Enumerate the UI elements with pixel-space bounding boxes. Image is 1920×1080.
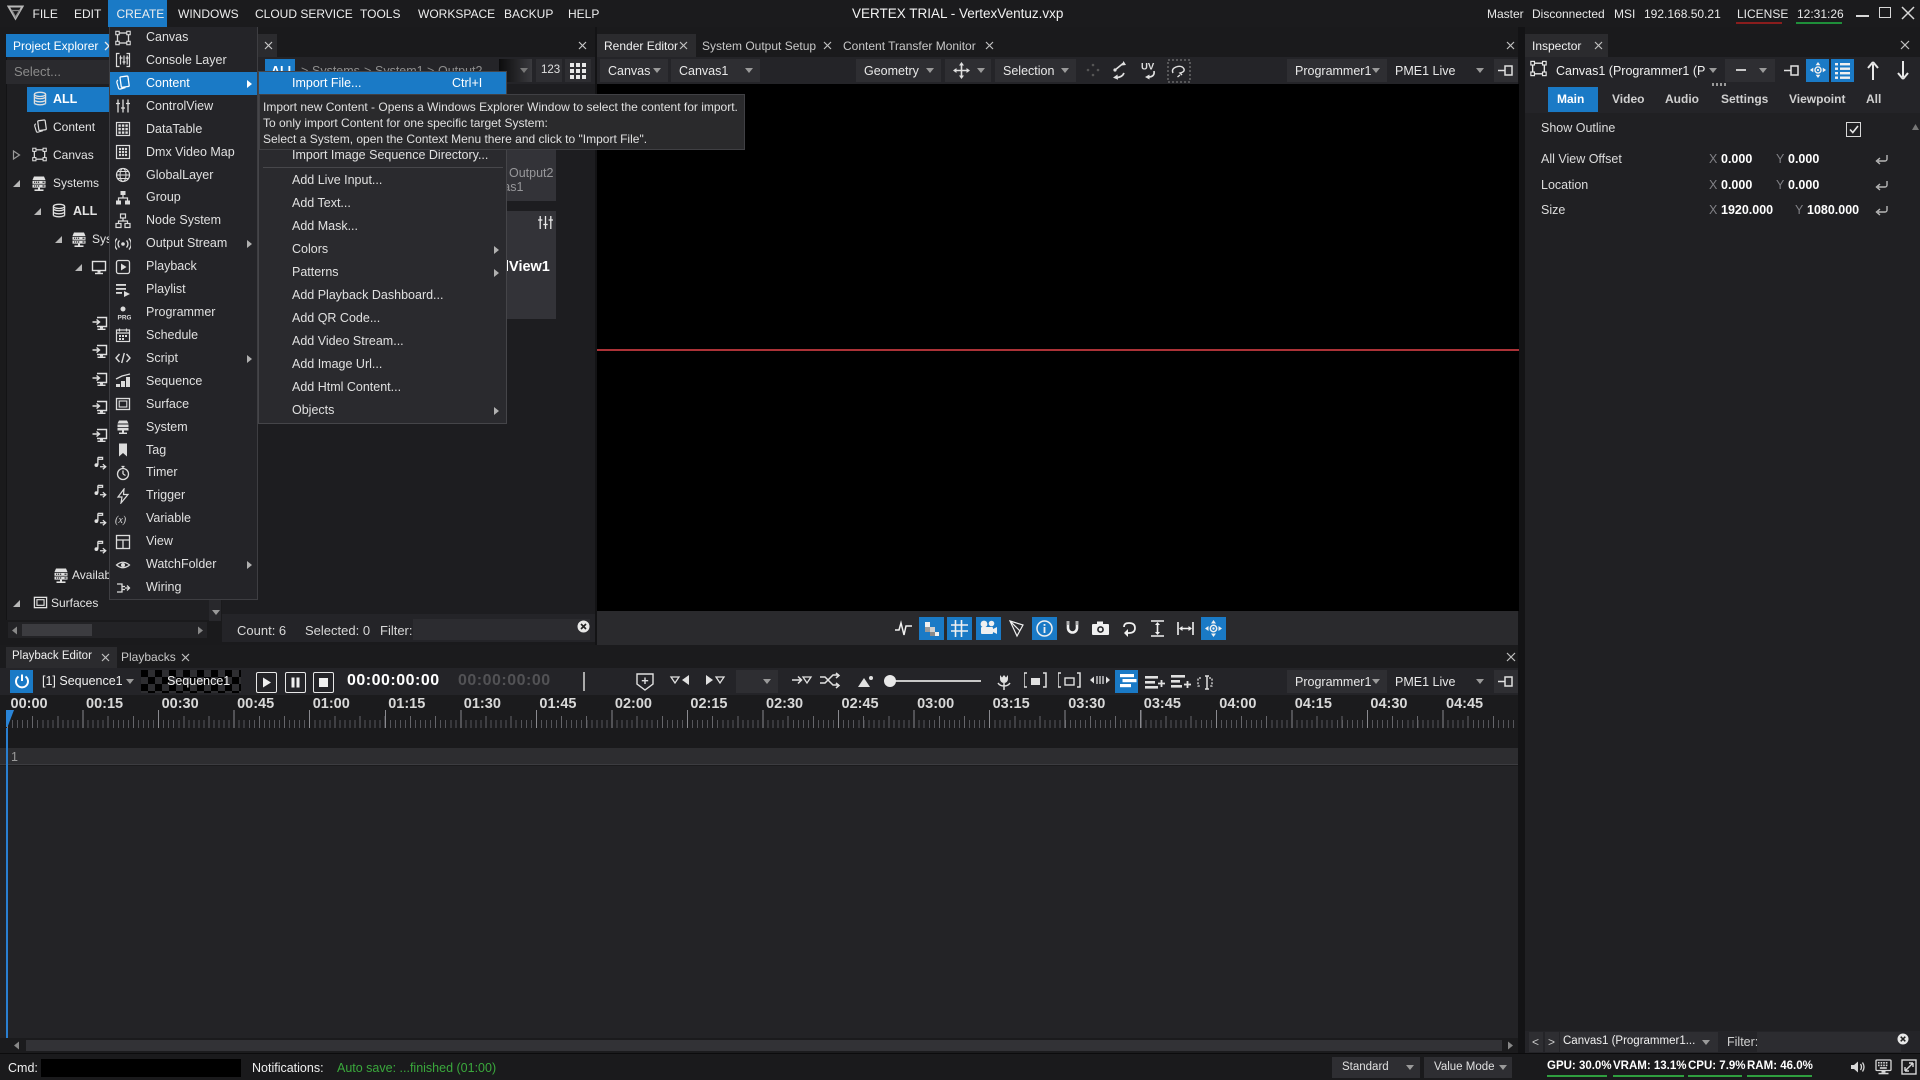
svg-text:UV: UV — [1141, 62, 1155, 73]
svg-text:(x): (x) — [115, 515, 127, 526]
svg-text:PRG: PRG — [118, 315, 132, 322]
